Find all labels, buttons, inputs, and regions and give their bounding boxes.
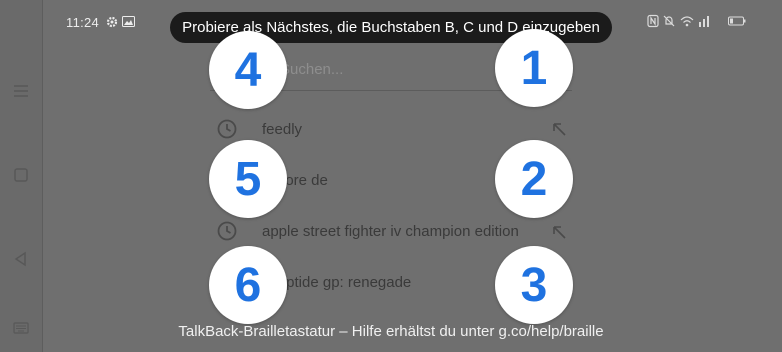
braille-keyboard-help-text: TalkBack-Brailletastatur – Hilfe erhälts… xyxy=(178,323,604,340)
suggestion-item[interactable]: apple street fighter iv champion edition xyxy=(262,223,519,240)
nfc-icon xyxy=(647,14,659,28)
history-clock-icon xyxy=(217,221,237,241)
search-placeholder[interactable]: Suchen... xyxy=(280,61,343,78)
signal-icon xyxy=(699,16,709,27)
wifi-icon xyxy=(680,16,694,27)
braille-dot-1[interactable]: 1 xyxy=(495,29,573,107)
mute-icon xyxy=(663,15,675,27)
back-icon[interactable] xyxy=(13,251,29,267)
braille-dot-2[interactable]: 2 xyxy=(495,140,573,218)
image-icon xyxy=(122,16,135,27)
braille-dot-3[interactable]: 3 xyxy=(495,246,573,324)
left-nav-bar xyxy=(0,0,43,352)
braille-dot-4[interactable]: 4 xyxy=(209,31,287,109)
history-clock-icon xyxy=(217,119,237,139)
recent-apps-icon[interactable] xyxy=(13,167,29,183)
braille-dot-5[interactable]: 5 xyxy=(209,140,287,218)
status-time: 11:24 xyxy=(66,15,100,30)
insert-query-arrow-icon[interactable] xyxy=(551,121,567,137)
braille-dot-6[interactable]: 6 xyxy=(209,246,287,324)
gear-icon xyxy=(106,16,118,28)
battery-icon xyxy=(728,16,746,26)
insert-query-arrow-icon[interactable] xyxy=(551,224,567,240)
suggestion-item[interactable]: feedly xyxy=(262,121,302,138)
menu-icon[interactable] xyxy=(13,83,29,99)
